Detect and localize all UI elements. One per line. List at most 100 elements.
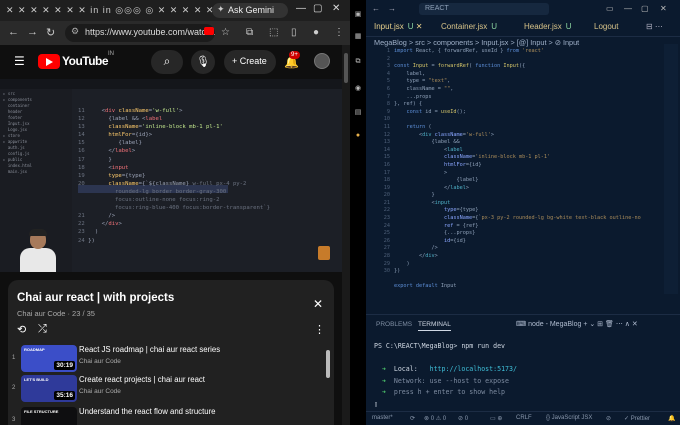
- tab-container[interactable]: Container.jsx U: [441, 22, 497, 31]
- reload-icon[interactable]: ↻: [46, 26, 55, 39]
- app-icon[interactable]: ◉: [353, 84, 363, 94]
- puzzle-icon[interactable]: ⬚: [269, 27, 278, 38]
- pinned-tabs[interactable]: ✕ ✕ ✕ ✕ ✕ ✕ ✕ in in ◎◎◎ ◎ ✕ ✕ ✕ ✕ ✕ ✕: [6, 5, 226, 16]
- youtube-favicon-icon: [204, 27, 214, 35]
- search-button[interactable]: ⌕: [151, 50, 183, 74]
- bottom-panel: PROBLEMS TERMINAL ⌨ node - MegaBlog + ⌄ …: [366, 314, 680, 411]
- item-author: Chai aur Code: [79, 358, 121, 365]
- page-scrollbar[interactable]: [342, 45, 350, 425]
- playlist-scrollbar[interactable]: [326, 350, 330, 378]
- video-player[interactable]: ▸ src ▸ components container header foote…: [0, 79, 342, 272]
- scroll-thumb[interactable]: [344, 53, 348, 83]
- command-search[interactable]: REACT: [419, 3, 549, 15]
- app-icon[interactable]: ●: [353, 132, 363, 142]
- bell-icon[interactable]: 🔔: [668, 415, 675, 422]
- language-mode[interactable]: {} JavaScript JSX: [546, 415, 592, 421]
- avatar[interactable]: [314, 53, 330, 69]
- video-thumbnail[interactable]: FILE STRUCTURE: [21, 407, 77, 425]
- playlist-subtitle: Chai aur Code · 23 / 35: [17, 309, 95, 318]
- item-author: Chai aur Code: [79, 388, 121, 395]
- tab-header[interactable]: Header.jsx U: [524, 22, 572, 31]
- eol-indicator[interactable]: CRLF: [516, 415, 532, 421]
- address-bar-row: ← → ↻ https://www.youtube.com/watch...: [0, 21, 350, 45]
- terminal-output[interactable]: PS C:\REACT\MegaBlog> npm run dev ➜ Loca…: [374, 341, 517, 410]
- video-thumbnail[interactable]: ROADMAP 30:19: [21, 345, 77, 372]
- hamburger-icon[interactable]: ☰: [14, 54, 25, 68]
- forward-icon[interactable]: →: [388, 4, 396, 13]
- item-index: 1: [12, 355, 16, 361]
- close-icon[interactable]: ✕: [332, 3, 340, 14]
- vscode-window: ← → REACT ▭ — ▢ ✕ Input.jsx U ✕ Container…: [366, 0, 680, 425]
- split-editor-icon[interactable]: ⊟ ⋯: [646, 22, 663, 31]
- search-icon: ⌕: [163, 54, 171, 68]
- voice-search-button[interactable]: 🎙: [191, 50, 215, 74]
- tab-terminal[interactable]: TERMINAL: [418, 321, 451, 331]
- notification-badge: 9+: [289, 51, 300, 59]
- playlist-title[interactable]: Chai aur react | with projects: [17, 292, 174, 304]
- ports-indicator[interactable]: ⊘ 0: [458, 415, 468, 422]
- video-code: 11 <div className='w-full'> 12 {label &&…: [78, 108, 270, 244]
- youtube-wordmark[interactable]: YouTube: [62, 54, 109, 68]
- tab-input[interactable]: Input.jsx U ✕: [374, 22, 423, 31]
- tab-strip: ✕ ✕ ✕ ✕ ✕ ✕ ✕ in in ◎◎◎ ◎ ✕ ✕ ✕ ✕ ✕ ✕ As…: [0, 0, 350, 21]
- maximize-icon[interactable]: ▢: [641, 4, 649, 13]
- app-icon[interactable]: ▦: [353, 32, 363, 42]
- presenter-webcam: [18, 229, 58, 272]
- app-icon[interactable]: ▤: [353, 108, 363, 118]
- snap-divider: ▣ ▦ ⧉ ◉ ▤ ●: [350, 0, 366, 425]
- thumbnail-text: ROADMAP: [24, 347, 45, 352]
- prettier-status[interactable]: ✓ Prettier: [624, 415, 650, 422]
- mic-icon: 🎙: [196, 56, 210, 68]
- url-field[interactable]: https://www.youtube.com/watch...: [65, 24, 215, 42]
- vscode-titlebar: ← → REACT ▭ — ▢ ✕: [366, 0, 680, 19]
- create-label: Create: [239, 56, 267, 66]
- tab-problems[interactable]: PROBLEMS: [376, 321, 412, 328]
- close-icon[interactable]: ✕: [313, 297, 323, 311]
- loop-icon[interactable]: ⟲: [17, 323, 26, 336]
- star-icon[interactable]: ☆: [221, 27, 230, 38]
- tab-logout[interactable]: Logout: [594, 22, 618, 31]
- problems-count[interactable]: ⊗ 0 ⚠ 0: [424, 415, 446, 422]
- maximize-icon[interactable]: ▢: [313, 3, 322, 14]
- duration-badge: 30:19: [54, 361, 75, 370]
- minimize-icon[interactable]: —: [624, 4, 632, 13]
- shuffle-icon[interactable]: ⤮: [38, 323, 47, 336]
- profile-icon[interactable]: ●: [313, 27, 319, 38]
- item-title[interactable]: Understand the react flow and structure: [79, 407, 216, 416]
- breadcrumb[interactable]: MegaBlog > src > components > Input.jsx …: [374, 38, 579, 47]
- liveshare-icon[interactable]: ⊘: [606, 415, 611, 422]
- playlist-item[interactable]: 3 FILE STRUCTURE Understand the react fl…: [8, 405, 324, 425]
- back-icon[interactable]: ←: [8, 26, 19, 38]
- video-thumbnail[interactable]: LET'S BUILD 35:16: [21, 375, 77, 402]
- terminal-selector[interactable]: ⌨ node - MegaBlog + ⌄ ⊞ 🗑 ⋯ ∧ ✕: [516, 320, 638, 328]
- more-vert-icon[interactable]: ⋮: [314, 323, 325, 336]
- item-index: 2: [12, 385, 16, 391]
- thumbnail-text: FILE STRUCTURE: [24, 409, 59, 414]
- create-button[interactable]: + Create: [224, 50, 276, 74]
- back-icon[interactable]: ←: [372, 4, 380, 13]
- item-title[interactable]: React JS roadmap | chai aur react series: [79, 345, 220, 354]
- minimap[interactable]: [664, 44, 678, 294]
- youtube-header: ☰ YouTube IN ⌕ 🎙 + Create 🔔 9+: [0, 45, 350, 79]
- playlist-item[interactable]: 2 LET'S BUILD 35:16 Create react project…: [8, 373, 324, 409]
- code-editor[interactable]: import React, { forwardRef, useId } from…: [394, 48, 641, 291]
- close-icon[interactable]: ✕: [660, 4, 667, 13]
- extension-icon[interactable]: ⧉: [246, 27, 253, 38]
- minimize-icon[interactable]: —: [296, 3, 306, 14]
- ask-gemini-button[interactable]: Ask Gemini: [212, 3, 288, 18]
- browser-window: ✕ ✕ ✕ ✕ ✕ ✕ ✕ in in ◎◎◎ ◎ ✕ ✕ ✕ ✕ ✕ ✕ As…: [0, 0, 350, 425]
- editor-position-icon[interactable]: ▭ ⊕: [490, 415, 502, 422]
- forward-icon[interactable]: →: [27, 26, 38, 38]
- youtube-logo-icon[interactable]: [38, 54, 60, 69]
- duration-badge: 35:16: [54, 391, 75, 400]
- sidepanel-icon[interactable]: ▯: [291, 27, 297, 38]
- region-code: IN: [108, 51, 114, 57]
- app-icon[interactable]: ⧉: [353, 58, 363, 68]
- menu-dots-icon[interactable]: ⋮: [334, 27, 344, 38]
- playlist-panel: Chai aur react | with projects Chai aur …: [8, 280, 334, 425]
- layout-icon[interactable]: ▭: [606, 4, 614, 13]
- app-icon[interactable]: ▣: [353, 10, 363, 20]
- branch-indicator[interactable]: master*: [372, 415, 393, 421]
- item-title[interactable]: Create react projects | chai aur react: [79, 375, 205, 384]
- sync-icon[interactable]: ⟳: [410, 415, 415, 422]
